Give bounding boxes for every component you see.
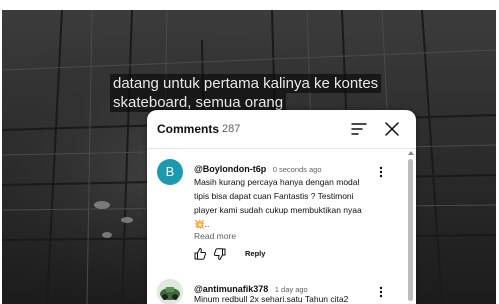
comment-author[interactable]: @Boylondon-t6p	[194, 164, 266, 174]
close-icon[interactable]	[383, 120, 401, 138]
dislike-icon[interactable]	[213, 247, 227, 261]
comments-header: Comments 287	[147, 110, 416, 149]
more-options-icon[interactable]	[378, 166, 384, 178]
scroll-thumb[interactable]	[408, 159, 413, 301]
comment-text: Masih kurang percaya hanya dengan modal …	[194, 177, 362, 229]
scrollbar[interactable]	[407, 150, 415, 304]
reply-button[interactable]: Reply	[245, 249, 265, 258]
sort-icon[interactable]	[350, 120, 368, 138]
avatar-image	[157, 279, 183, 304]
avatar[interactable]	[157, 279, 183, 304]
comment-time[interactable]: 0 seconds ago	[273, 165, 322, 174]
avatar[interactable]: B	[157, 159, 183, 185]
comments-title: Comments	[157, 122, 220, 136]
comment-text: Minum redbull 2x sehari.satu Tahun cita2	[194, 294, 349, 304]
like-icon[interactable]	[193, 247, 207, 261]
scroll-up-arrow-icon[interactable]	[408, 150, 414, 156]
comments-panel: Comments 287 B @Boylondon-t6p 0 seconds …	[147, 110, 416, 304]
comments-count: 287	[222, 123, 241, 135]
app-frame: datang untuk pertama kalinya ke kontes s…	[0, 0, 499, 304]
more-options-icon[interactable]	[378, 286, 384, 298]
read-more-link[interactable]: Read more	[194, 231, 236, 241]
caption-line-1: datang untuk pertama kalinya ke kontes	[110, 74, 382, 93]
